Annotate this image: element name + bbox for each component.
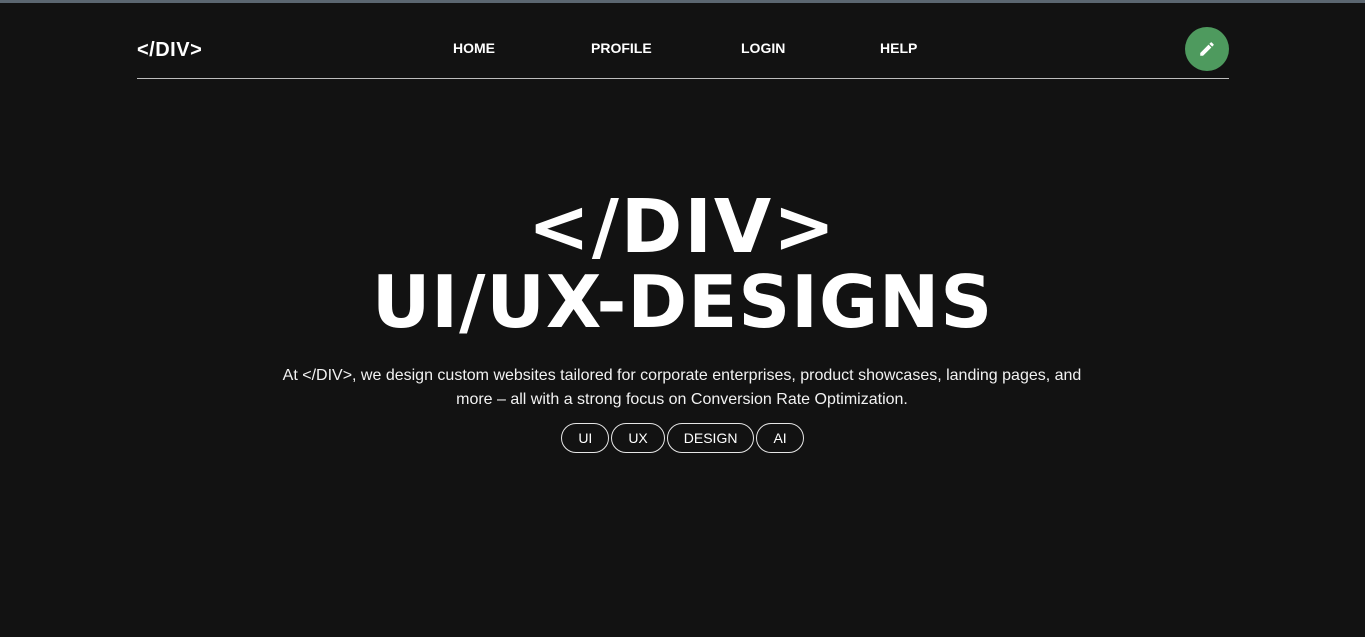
nav-home-link[interactable]: HOME — [453, 40, 495, 56]
tag-ux[interactable]: UX — [611, 423, 665, 453]
tag-ai[interactable]: AI — [756, 423, 804, 453]
edit-button[interactable] — [1185, 27, 1229, 71]
hero-section: </DIV> UI/UX-DESIGNS — [0, 190, 1365, 340]
hero-title-line2: UI/UX-DESIGNS — [371, 260, 994, 344]
tag-list: UI UX DESIGN AI — [0, 423, 1365, 453]
tag-ui[interactable]: UI — [561, 423, 610, 453]
nav-login-link[interactable]: LOGIN — [741, 40, 785, 56]
nav-profile-link[interactable]: PROFILE — [591, 40, 652, 56]
site-logo[interactable]: </DIV> — [137, 39, 202, 62]
hero-title-line1: </DIV> — [527, 184, 838, 270]
tag-design[interactable]: DESIGN — [666, 423, 755, 453]
hero-description: At </DIV>, we design custom websites tai… — [282, 367, 1082, 408]
pencil-icon — [1200, 42, 1214, 56]
site-header: </DIV> HOME PROFILE LOGIN HELP — [137, 3, 1229, 79]
nav-help-link[interactable]: HELP — [880, 40, 917, 56]
